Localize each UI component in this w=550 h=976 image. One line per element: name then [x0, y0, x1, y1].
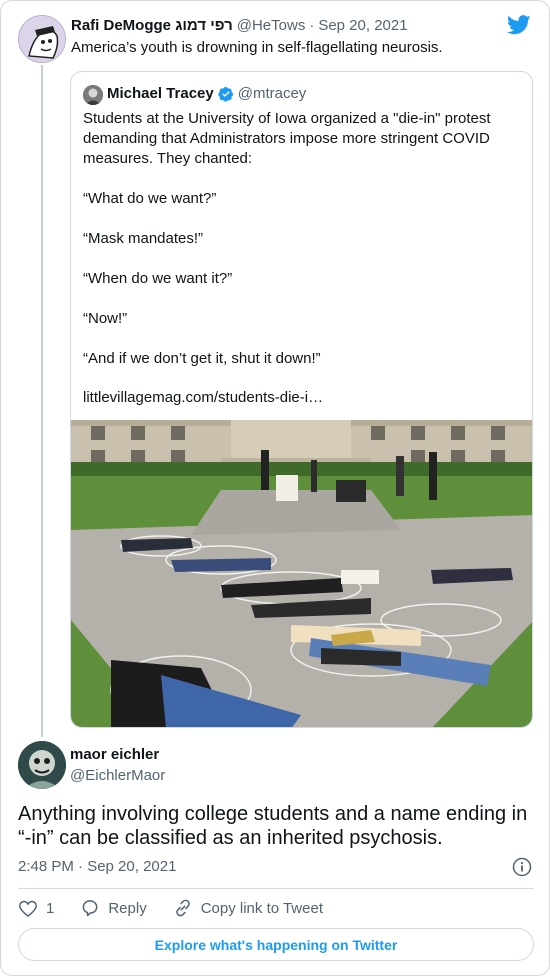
reply-icon [82, 900, 98, 917]
quoted-author-name[interactable]: Michael Tracey [107, 85, 214, 102]
like-button[interactable]: 1 [18, 898, 54, 918]
quoted-link[interactable]: littlevillagemag.com/students-die-i… [83, 389, 323, 406]
main-author-handle[interactable]: @EichlerMaor [70, 767, 165, 784]
actions-divider [18, 888, 534, 889]
verified-badge-icon [218, 86, 233, 102]
thread-connector-line [41, 65, 43, 737]
quoted-paragraph-5: “Now!” [83, 310, 128, 327]
quoted-paragraph-2: “What do we want?” [83, 190, 217, 207]
parent-author-handle[interactable]: @HeTows [237, 17, 306, 34]
main-tweet-timestamp[interactable]: 2:48 PM · Sep 20, 2021 [18, 858, 176, 875]
parent-author-name[interactable]: Rafi DeMogge רפי דמוג [71, 17, 233, 34]
main-author-name[interactable]: maor eichler [70, 746, 159, 763]
copy-link-label: Copy link to Tweet [200, 899, 323, 917]
main-tweet-text: Anything involving college students and … [18, 803, 528, 849]
quoted-paragraph-4: “When do we want it?” [83, 270, 233, 287]
quoted-author-handle[interactable]: @mtracey [238, 85, 307, 102]
reply-label: Reply [108, 899, 147, 917]
quoted-tweet[interactable]: Michael Tracey @mtracey Students at the … [70, 71, 533, 728]
quoted-tweet-body: Students at the University of Iowa organ… [83, 109, 523, 369]
parent-separator: · [309, 17, 315, 34]
explore-twitter-button[interactable]: Explore what's happening on Twitter [18, 928, 534, 961]
quoted-paragraph-1: Students at the University of Iowa organ… [83, 110, 491, 167]
protest-photo[interactable] [71, 420, 533, 728]
copy-link-button[interactable]: Copy link to Tweet [173, 898, 323, 918]
info-icon[interactable] [512, 857, 532, 877]
heart-icon [19, 900, 37, 917]
tweet-actions-bar: 1 Reply Copy link to Tweet [18, 898, 349, 918]
avatar-maor-eichler[interactable] [18, 741, 66, 789]
parent-tweet-text: America’s youth is drowning in self-flag… [71, 39, 443, 56]
reply-button[interactable]: Reply [80, 898, 147, 918]
embedded-tweet-card: Rafi DeMogge רפי דמוג @HeTows · Sep 20, … [0, 0, 550, 976]
like-count: 1 [46, 899, 55, 917]
quoted-paragraph-6: “And if we don’t get it, shut it down!” [83, 350, 321, 367]
link-icon [175, 899, 190, 917]
avatar-michael-tracey[interactable] [83, 85, 103, 105]
avatar-rafi[interactable] [18, 15, 66, 63]
quoted-paragraph-3: “Mask mandates!” [83, 230, 204, 247]
parent-date-link[interactable]: Sep 20, 2021 [318, 17, 407, 34]
twitter-bird-icon[interactable] [507, 15, 531, 35]
quoted-tweet-header: Michael Tracey @mtracey [107, 85, 306, 102]
parent-tweet-header: Rafi DeMogge רפי דמוג @HeTows · Sep 20, … [71, 17, 408, 34]
